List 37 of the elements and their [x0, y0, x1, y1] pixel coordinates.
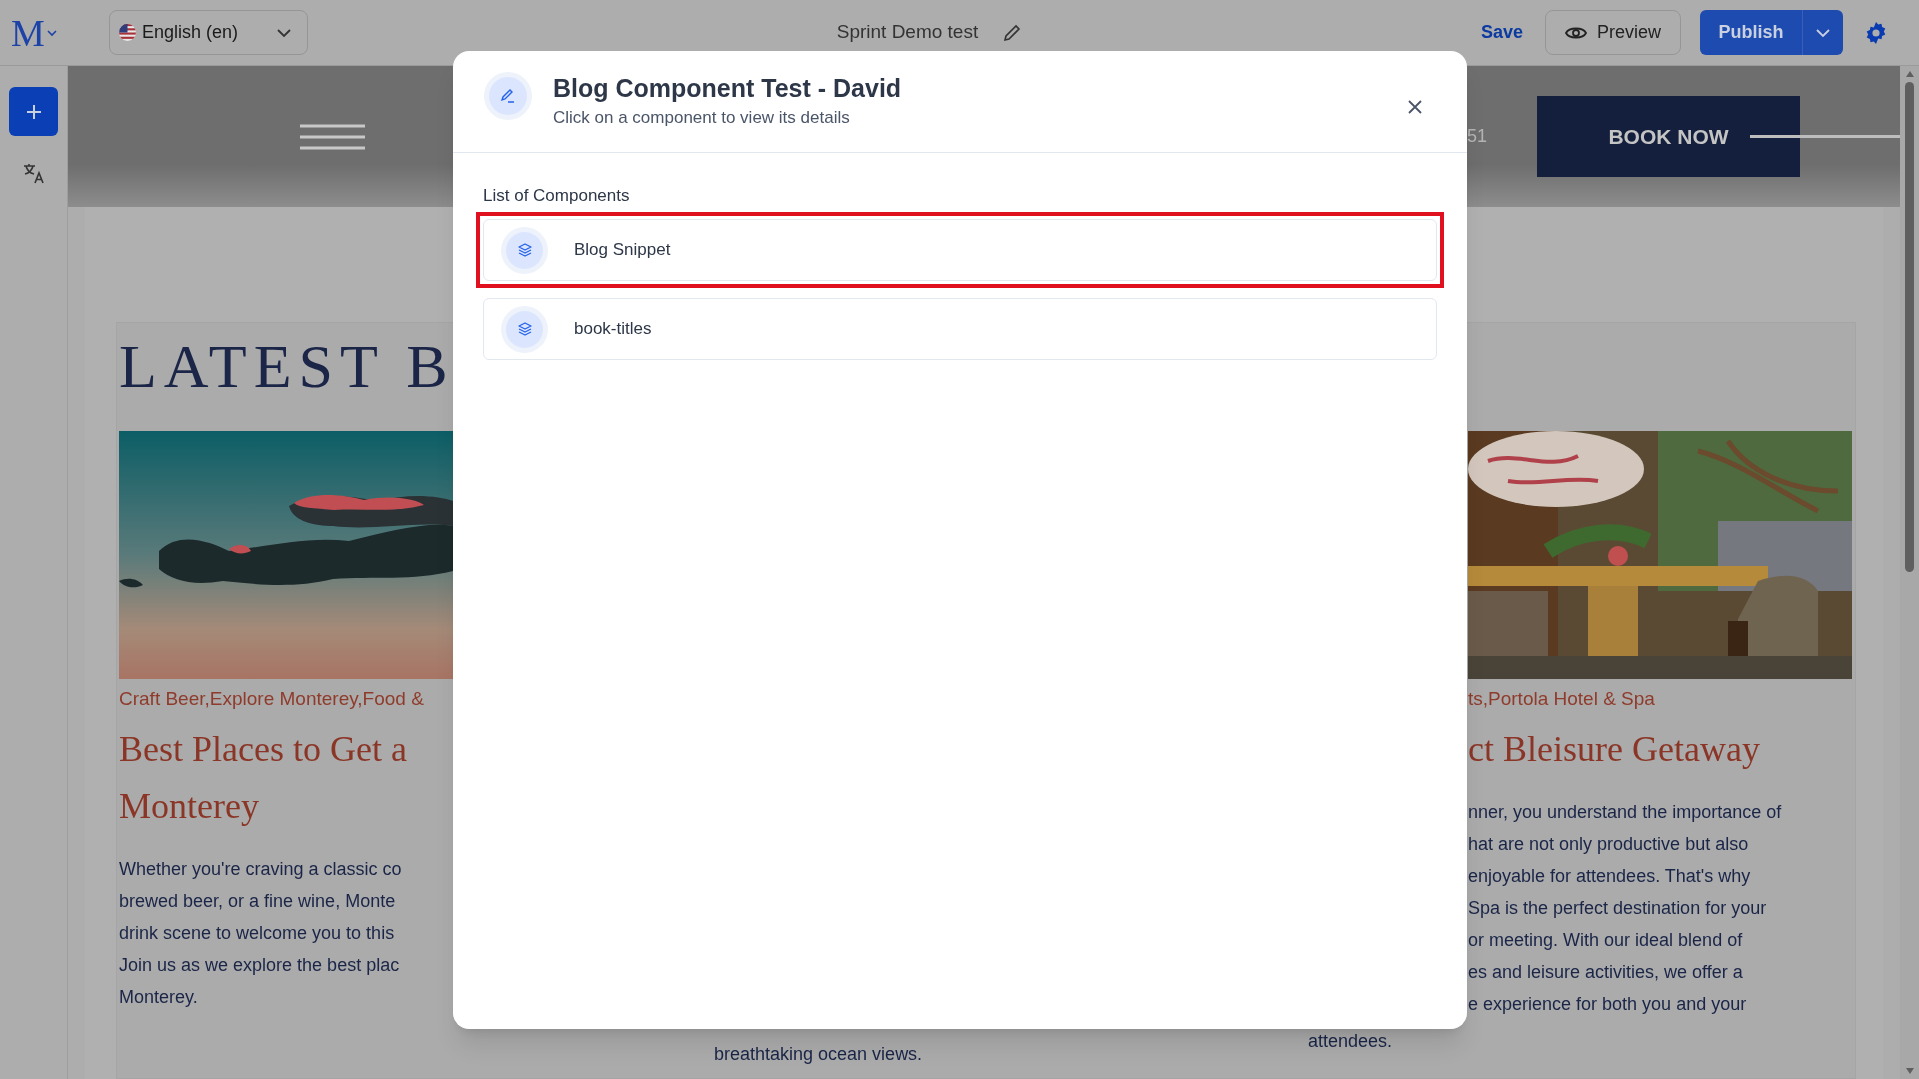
layers-icon	[516, 321, 533, 337]
scrollbar-thumb[interactable]	[1905, 82, 1914, 572]
layers-icon	[516, 242, 533, 258]
pencil-icon	[500, 88, 516, 104]
preview-button[interactable]: Preview	[1545, 10, 1681, 55]
post-categories: ts,Portola Hotel & Spa	[1468, 687, 1656, 711]
plus-icon	[24, 102, 43, 121]
chevron-down-icon	[1815, 27, 1831, 38]
chevron-down-icon[interactable]	[46, 28, 57, 37]
post-excerpt-fragment: attendees.	[1308, 1030, 1393, 1053]
book-now-button[interactable]: BOOK NOW	[1537, 96, 1801, 177]
phone-number-fragment: 51	[1467, 125, 1488, 148]
menu-icon[interactable]	[300, 123, 365, 150]
close-icon[interactable]	[1407, 99, 1423, 115]
translate-icon[interactable]	[21, 162, 46, 184]
component-item[interactable]: Blog Snippet	[476, 212, 1444, 288]
add-button[interactable]	[9, 87, 58, 136]
settings-icon[interactable]	[1864, 20, 1888, 45]
section-heading: LATEST B	[119, 335, 455, 397]
post-excerpt-fragment: breathtaking ocean views.	[714, 1043, 923, 1066]
us-flag-icon	[119, 24, 136, 41]
pencil-icon[interactable]	[1002, 22, 1023, 43]
language-dropdown[interactable]: English (en)	[109, 10, 308, 55]
post-excerpt: Whether you're craving a classic co brewed beer, or a fine wine, Monte drink scene to welcome you to this Join us as we explore the best plac Monterey.	[119, 858, 403, 1009]
dialog-title: Blog Component Test - David	[553, 73, 903, 104]
scroll-up-icon[interactable]	[1904, 70, 1915, 78]
save-button[interactable]: Save	[1480, 19, 1523, 46]
scroll-down-icon[interactable]	[1904, 1067, 1915, 1075]
dialog-subtitle: Click on a component to view its details	[553, 107, 851, 129]
chevron-down-icon	[276, 27, 292, 38]
logo[interactable]: M	[11, 13, 45, 52]
list-heading: List of Components	[483, 185, 631, 207]
post-excerpt: nner, you understand the importance of hat are not only productive but also enjoyable for attendees. That's why Spa is the perfect destination for your or meeting. With our ideal blend of es and leisure activities, we offer a e experience for both you and your	[1468, 801, 1783, 1016]
page-title: Sprint Demo test	[836, 20, 979, 45]
post-title: ct Bleisure Getaway	[1468, 728, 1761, 771]
post-categories: Craft Beer,Explore Monterey,Food &	[119, 687, 425, 711]
post-title: Best Places to Get a Monterey	[119, 728, 408, 828]
